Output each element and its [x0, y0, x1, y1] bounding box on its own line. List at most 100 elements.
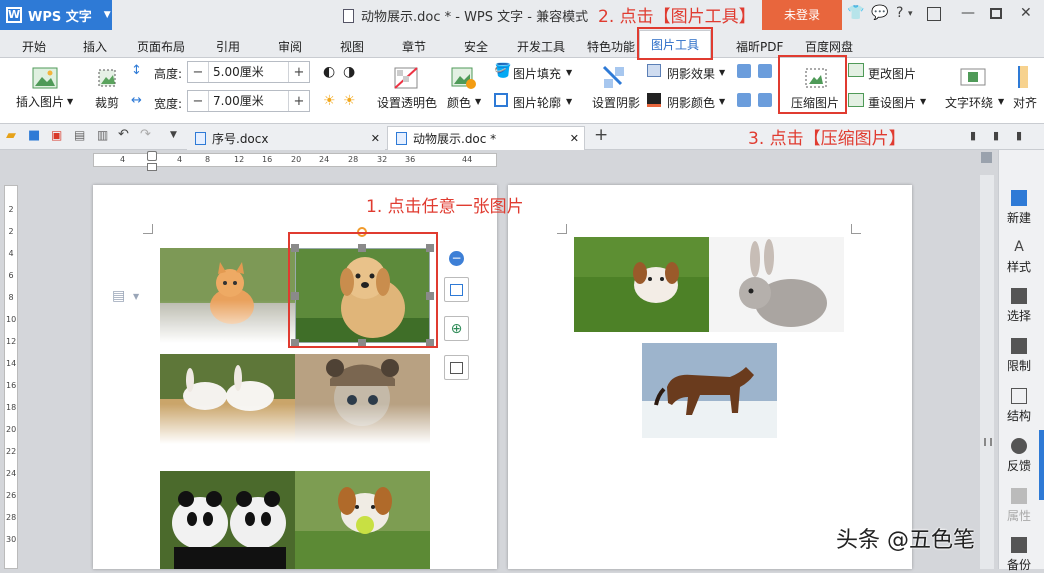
width-input[interactable]: 7.00厘米 — [208, 91, 289, 111]
tab-foxit-pdf[interactable]: 福昕PDF — [736, 38, 783, 55]
chevron-down-icon[interactable]: ▼ — [67, 97, 73, 106]
brightness-icon[interactable]: ◑ — [343, 64, 355, 80]
increase-width-button[interactable]: + — [289, 94, 309, 109]
new-tab-icon[interactable]: + — [594, 125, 608, 145]
minimize-icon[interactable]: — — [961, 5, 975, 21]
chevron-down-icon[interactable]: ▼ — [566, 68, 572, 77]
shadow-color-icon[interactable] — [647, 93, 661, 107]
vertical-ruler[interactable] — [4, 185, 18, 569]
chevron-down-icon[interactable]: ▼ — [475, 97, 481, 106]
contrast-icon[interactable]: ◐ — [323, 64, 335, 80]
shirt-icon[interactable]: 👕 — [847, 5, 864, 21]
doc-icon-3[interactable]: ▮ — [1016, 129, 1022, 142]
sidebar-item-backup[interactable]: 备份 — [999, 537, 1039, 573]
shadow-up-icon[interactable] — [737, 64, 751, 78]
tab-start[interactable]: 开始 — [22, 38, 46, 55]
sidebar-item-style[interactable]: A 样式 — [999, 239, 1039, 275]
photo-cat-hat[interactable] — [295, 354, 430, 444]
sidebar-item-new[interactable]: 新建 — [999, 190, 1039, 226]
shadow-color-label[interactable]: 阴影颜色 — [667, 94, 715, 111]
shadow-effect-icon[interactable] — [647, 64, 661, 77]
crop-label[interactable]: 裁剪 — [95, 94, 119, 111]
insert-picture-button[interactable] — [32, 66, 58, 93]
layout-options-button[interactable] — [444, 277, 469, 302]
picture-outline-label[interactable]: 图片轮廓 — [513, 94, 561, 111]
set-transparent-label[interactable]: 设置透明色 — [377, 94, 437, 111]
height-stepper[interactable]: − 5.00厘米 + — [187, 61, 310, 83]
insert-picture-label[interactable]: 插入图片 — [16, 93, 64, 110]
set-transparent-button[interactable] — [393, 66, 419, 93]
sidebar-item-structure[interactable]: 结构 — [999, 388, 1039, 424]
outline-icon[interactable] — [494, 93, 508, 107]
tab-view[interactable]: 视图 — [340, 38, 364, 55]
photo-rabbit-grey[interactable] — [709, 237, 844, 332]
increase-height-button[interactable]: + — [289, 65, 309, 80]
change-picture-icon[interactable] — [848, 63, 864, 77]
file-tab-xuhao[interactable]: 序号.docx ✕ — [187, 126, 385, 150]
ruler-indent-marker[interactable] — [147, 163, 157, 171]
chevron-down-icon[interactable]: ▼ — [998, 97, 1004, 106]
photo-kitten[interactable] — [160, 248, 295, 343]
doc-icon-1[interactable]: ▮ — [970, 129, 976, 142]
sun-up-icon[interactable]: ☀ — [323, 93, 336, 109]
decrease-width-button[interactable]: − — [188, 94, 208, 109]
sun-down-icon[interactable]: ☀ — [343, 93, 356, 109]
restore-ribbon-icon[interactable] — [927, 7, 941, 21]
pdf-export-icon[interactable]: ▣ — [51, 128, 62, 142]
doc-icon-2[interactable]: ▮ — [993, 129, 999, 142]
tab-developer[interactable]: 开发工具 — [517, 38, 565, 55]
print-icon[interactable]: ▤ — [74, 128, 85, 142]
tab-insert[interactable]: 插入 — [83, 38, 107, 55]
shadow-effect-label[interactable]: 阴影效果 — [667, 65, 715, 82]
photo-pandas[interactable] — [160, 471, 295, 569]
reset-picture-label[interactable]: 重设图片 — [868, 94, 916, 111]
save-icon[interactable]: ■ — [28, 128, 40, 143]
decrease-height-button[interactable]: − — [188, 65, 208, 80]
tab-features[interactable]: 特色功能 — [587, 38, 635, 55]
reset-picture-icon[interactable] — [848, 93, 864, 107]
sidebar-item-properties[interactable]: 属性 — [999, 488, 1039, 524]
set-shadow-label[interactable]: 设置阴影 — [592, 94, 640, 111]
close-tab-icon[interactable]: ✕ — [570, 132, 579, 145]
tab-page-layout[interactable]: 页面布局 — [137, 38, 185, 55]
width-stepper[interactable]: − 7.00厘米 + — [187, 90, 310, 112]
scrollbar-thumb[interactable] — [984, 438, 992, 446]
fill-bucket-icon[interactable]: 🪣 — [494, 63, 511, 79]
text-wrap-label[interactable]: 文字环绕 — [945, 94, 993, 111]
chevron-down-icon[interactable]: ▼ — [566, 97, 572, 106]
open-folder-icon[interactable]: ▰ — [6, 128, 16, 143]
change-picture-label[interactable]: 更改图片 — [868, 65, 916, 82]
chevron-down-icon[interactable]: ▼ — [133, 292, 139, 301]
align-label[interactable]: 对齐 — [1013, 94, 1044, 111]
photo-dog-ball[interactable] — [295, 471, 430, 569]
maximize-icon[interactable] — [990, 8, 1002, 19]
tab-review[interactable]: 审阅 — [278, 38, 302, 55]
text-wrap-button[interactable] — [960, 66, 986, 91]
tab-section[interactable]: 章节 — [402, 38, 426, 55]
crop-picture-button[interactable] — [444, 355, 469, 380]
vertical-scrollbar[interactable] — [980, 175, 994, 569]
help-icon[interactable]: ? — [896, 5, 903, 21]
shadow-down-icon[interactable] — [758, 64, 772, 78]
sidebar-item-restrict[interactable]: 限制 — [999, 338, 1039, 374]
print-preview-icon[interactable]: ▥ — [97, 128, 108, 142]
photo-rabbits[interactable] — [160, 354, 295, 444]
chevron-down-icon[interactable]: ▼ — [170, 130, 177, 140]
undo-icon[interactable]: ↶ — [118, 127, 129, 142]
shadow-right-icon[interactable] — [758, 93, 772, 107]
tab-references[interactable]: 引用 — [216, 38, 240, 55]
login-button[interactable]: 未登录 — [762, 0, 842, 30]
document-outline-icon[interactable]: ▤ — [112, 288, 125, 304]
collapse-icon[interactable]: − — [449, 251, 464, 266]
photo-puppy-grass[interactable] — [574, 237, 709, 332]
shadow-left-icon[interactable] — [737, 93, 751, 107]
redo-icon[interactable]: ↷ — [140, 127, 151, 142]
close-icon[interactable]: ✕ — [1020, 5, 1032, 21]
chevron-down-icon[interactable]: ▼ — [719, 68, 725, 77]
sidebar-item-select[interactable]: 选择 — [999, 288, 1039, 324]
photo-horse[interactable] — [642, 343, 777, 438]
sidebar-toggle-icon[interactable] — [981, 152, 992, 163]
app-menu-button[interactable]: W WPS 文字 ▼ — [0, 0, 112, 30]
ruler-indent-marker[interactable] — [147, 151, 157, 161]
chevron-down-icon[interactable]: ▼ — [920, 97, 926, 106]
